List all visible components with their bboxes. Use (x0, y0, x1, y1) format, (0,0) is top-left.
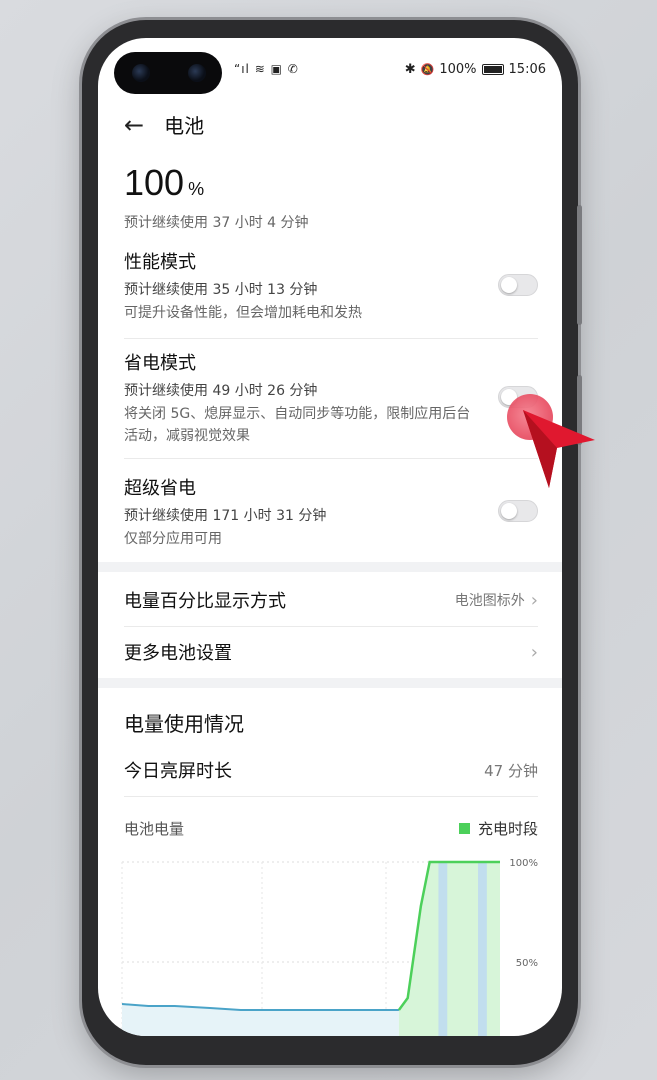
divider (124, 338, 538, 339)
chevron-right-icon: › (530, 641, 538, 663)
row-label: 更多电池设置 (124, 643, 232, 664)
status-bar-right: ✱ 🔕 100% 15:06 (405, 62, 546, 77)
more-battery-settings-row[interactable]: 更多电池设置 › (124, 626, 538, 678)
legend-label: 充电时段 (477, 820, 538, 838)
battery-level-chart: 100% 50% (121, 858, 538, 1036)
divider (124, 796, 538, 797)
battery-percent: 100% (439, 62, 477, 77)
performance-mode-toggle[interactable] (498, 274, 538, 296)
chart-title: 电池电量 (124, 820, 185, 838)
ultra-power-saving-mode: 超级省电 预计继续使用 171 小时 31 分钟 仅部分应用可用 (124, 474, 538, 550)
section-gap (98, 562, 562, 572)
charging-band (478, 862, 487, 1036)
y-tick-label: 100% (509, 858, 538, 869)
performance-mode: 性能模式 预计继续使用 35 小时 13 分钟 可提升设备性能，但会增加耗电和发… (124, 248, 538, 324)
mode-estimate: 预计继续使用 171 小时 31 分钟 (124, 508, 327, 524)
volume-button (577, 205, 582, 325)
row-value: 电池图标外 › (455, 590, 538, 611)
app-header: ← 电池 (124, 110, 204, 139)
battery-level-value: 100 (124, 162, 185, 203)
chart-header: 电池电量 充电时段 (124, 818, 538, 839)
low-level-fill (122, 1004, 399, 1036)
screen-time-row: 今日亮屏时长 47 分钟 (124, 744, 538, 796)
battery-level: 100% (124, 162, 204, 204)
battery-estimate: 预计继续使用 37 小时 4 分钟 (124, 215, 309, 231)
section-gap (98, 678, 562, 688)
chart-legend: 充电时段 (458, 818, 538, 839)
status-signal-icons: “ıl ≋ ▣ ✆ (234, 62, 299, 76)
front-camera (114, 52, 222, 94)
divider (124, 458, 538, 459)
mode-name: 省电模式 (124, 353, 196, 374)
ultra-power-saving-toggle[interactable] (498, 500, 538, 522)
clock: 15:06 (508, 62, 546, 77)
pointer-arrow-icon (523, 410, 595, 488)
usage-section-title: 电量使用情况 (124, 712, 244, 736)
screen-time-label: 今日亮屏时长 (124, 761, 232, 782)
mute-icon: 🔕 (420, 63, 435, 76)
chevron-right-icon: › (530, 589, 538, 611)
mode-estimate: 预计继续使用 49 小时 26 分钟 (124, 383, 318, 399)
bluetooth-icon: ✱ (404, 62, 416, 77)
mode-name: 性能模式 (124, 252, 196, 273)
mode-desc: 仅部分应用可用 (124, 531, 222, 547)
row-label: 电量百分比显示方式 (124, 591, 286, 612)
camera-lens-icon (132, 64, 150, 82)
power-saving-mode: 省电模式 预计继续使用 49 小时 26 分钟 将关闭 5G、熄屏显示、自动同步… (124, 349, 474, 447)
legend-swatch (458, 823, 470, 834)
y-tick-label: 50% (516, 958, 538, 969)
mode-desc: 将关闭 5G、熄屏显示、自动同步等功能，限制应用后台活动，减弱视觉效果 (124, 406, 471, 444)
screen: “ıl ≋ ▣ ✆ ✱ 🔕 100% 15:06 ← 电池 100% 预计继续使… (98, 38, 562, 1036)
charging-band (438, 862, 448, 1036)
mode-name: 超级省电 (124, 478, 196, 499)
percentage-display-row[interactable]: 电量百分比显示方式 电池图标外 › (124, 574, 538, 626)
mode-estimate: 预计继续使用 35 小时 13 分钟 (124, 282, 318, 298)
row-value: › (531, 642, 538, 663)
battery-level-unit: % (188, 179, 205, 199)
camera-lens-icon (188, 64, 206, 82)
mode-desc: 可提升设备性能，但会增加耗电和发热 (124, 305, 362, 321)
back-arrow-icon[interactable]: ← (124, 111, 144, 139)
battery-icon (481, 64, 504, 75)
row-value-text: 电池图标外 (454, 593, 525, 609)
page-title: 电池 (164, 114, 205, 138)
screen-time-value: 47 分钟 (484, 761, 538, 780)
